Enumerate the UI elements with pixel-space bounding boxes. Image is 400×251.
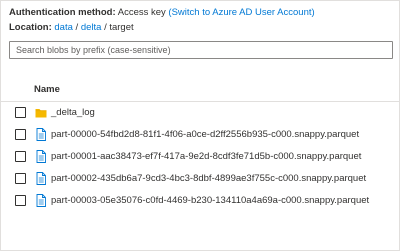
table-row[interactable]: part-00002-435db6a7-9cd3-4bc3-8dbf-4899a… xyxy=(1,168,399,190)
breadcrumb-item-delta[interactable]: delta xyxy=(81,22,102,33)
folder-icon xyxy=(35,109,47,118)
search-input[interactable] xyxy=(9,41,393,59)
breadcrumb-separator: / xyxy=(104,22,107,33)
location-label: Location: xyxy=(9,22,52,33)
row-name: part-00003-05e35076-c0fd-4469-b230-13411… xyxy=(51,195,370,206)
file-icon xyxy=(36,172,46,185)
row-checkbox[interactable] xyxy=(15,129,26,140)
file-icon xyxy=(36,194,46,207)
row-name: _delta_log xyxy=(51,107,95,118)
switch-auth-link[interactable]: (Switch to Azure AD User Account) xyxy=(168,7,314,18)
blob-browser-panel: Authentication method: Access key (Switc… xyxy=(0,0,400,251)
table-row[interactable]: part-00003-05e35076-c0fd-4469-b230-13411… xyxy=(1,190,399,212)
row-name: part-00001-aac38473-ef7f-417a-9e2d-8cdf3… xyxy=(51,151,362,162)
column-header-name[interactable]: Name xyxy=(34,84,60,95)
auth-method-value: Access key xyxy=(117,7,166,18)
row-checkbox[interactable] xyxy=(15,195,26,206)
row-checkbox[interactable] xyxy=(15,151,26,162)
auth-method-row: Authentication method: Access key (Switc… xyxy=(9,7,315,18)
breadcrumb-item-target: target xyxy=(109,22,134,33)
table-row[interactable]: _delta_log xyxy=(1,102,399,124)
row-checkbox[interactable] xyxy=(15,173,26,184)
breadcrumb-item-data[interactable]: data xyxy=(54,22,73,33)
file-icon xyxy=(36,128,46,141)
file-icon xyxy=(36,150,46,163)
auth-method-label: Authentication method: xyxy=(9,7,116,18)
row-name: part-00000-54fbd2d8-81f1-4f06-a0ce-d2ff2… xyxy=(51,129,360,140)
table-row[interactable]: part-00000-54fbd2d8-81f1-4f06-a0ce-d2ff2… xyxy=(1,124,399,146)
row-name: part-00002-435db6a7-9cd3-4bc3-8dbf-4899a… xyxy=(51,173,367,184)
breadcrumb: Location: data / delta / target xyxy=(9,22,134,33)
breadcrumb-separator: / xyxy=(75,22,79,33)
row-checkbox[interactable] xyxy=(15,107,26,118)
table-row[interactable]: part-00001-aac38473-ef7f-417a-9e2d-8cdf3… xyxy=(1,146,399,168)
table-header: Name xyxy=(1,77,399,102)
